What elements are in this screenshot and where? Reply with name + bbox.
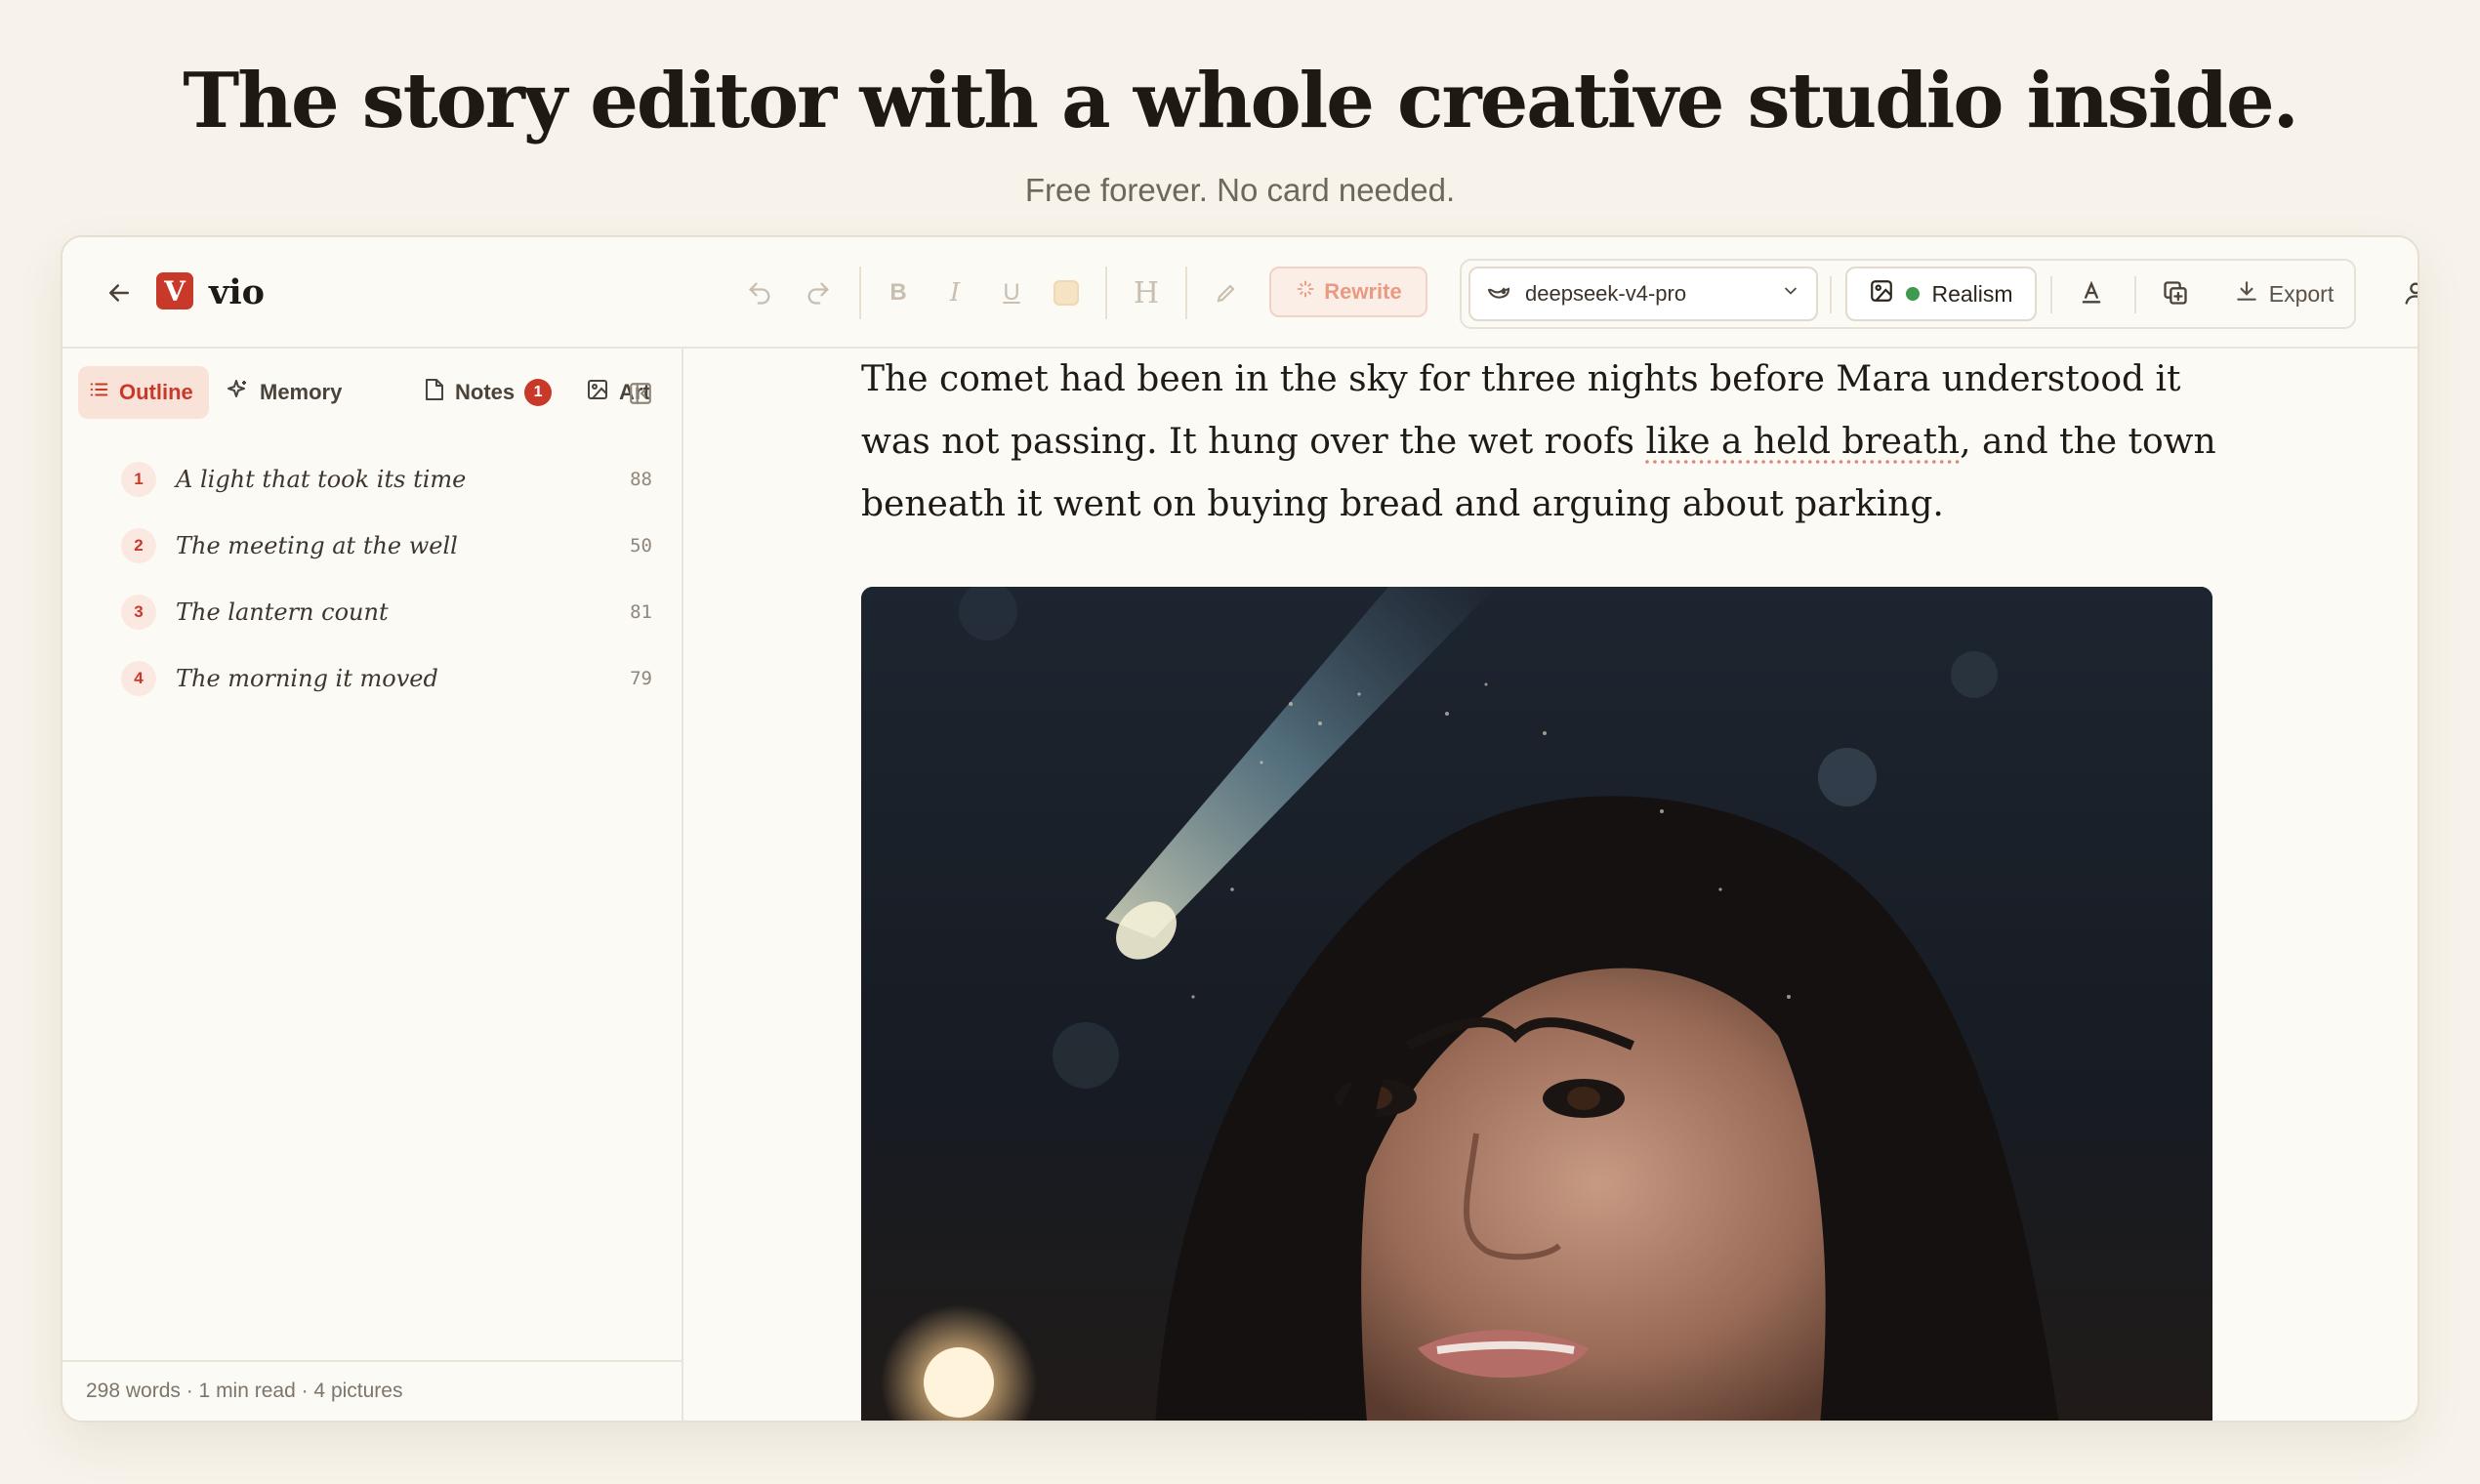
note-icon — [424, 378, 445, 407]
download-icon — [2234, 278, 2259, 309]
outline-list: 1 A light that took its time 88 2 The me… — [121, 446, 652, 712]
rewrite-button[interactable]: Rewrite — [1269, 267, 1427, 317]
tab-memory[interactable]: Memory — [217, 366, 351, 419]
illustration-image — [861, 587, 2212, 1421]
app-logo: V — [156, 272, 193, 309]
editor-pane[interactable]: The comet had been in the sky for three … — [685, 349, 2418, 1421]
list-icon — [88, 379, 109, 406]
pencil-icon[interactable] — [1203, 269, 1250, 316]
back-arrow-icon[interactable] — [96, 269, 143, 316]
outline-word-count: 79 — [630, 668, 652, 689]
collapse-sidebar-icon[interactable] — [619, 372, 662, 415]
style-label: Realism — [1931, 280, 2013, 307]
toolbar-divider — [1105, 267, 1107, 319]
notes-count-badge: 1 — [524, 379, 553, 406]
outline-number: 2 — [121, 528, 156, 563]
export-label: Export — [2268, 280, 2335, 307]
outline-word-count: 50 — [630, 535, 652, 556]
tab-label: Outline — [119, 380, 193, 404]
app-window: V vio B I U H Rewrite deepseek-v4-pro Re… — [61, 235, 2419, 1422]
flagged-phrase[interactable]: like a held breath — [1645, 422, 1960, 462]
outline-item[interactable]: 4 The morning it moved 79 — [121, 645, 652, 712]
toolbar-divider — [859, 267, 861, 319]
heading-button[interactable]: H — [1123, 269, 1170, 316]
status-dot — [1906, 287, 1921, 301]
tab-outline[interactable]: Outline — [78, 366, 209, 419]
rewrite-label: Rewrite — [1324, 279, 1402, 304]
app-name: vio — [209, 271, 265, 312]
image-icon — [1869, 278, 1894, 309]
toolbar-divider — [1185, 267, 1187, 319]
sparkle-icon — [1295, 278, 1316, 306]
story-paragraph[interactable]: The comet had been in the sky for three … — [861, 349, 2248, 536]
sidebar: Outline Memory Notes 1 Art 1 A light tha… — [62, 349, 683, 1421]
outline-item[interactable]: 2 The meeting at the well 50 — [121, 513, 652, 579]
italic-button[interactable]: I — [931, 269, 978, 316]
outline-title: The lantern count — [176, 598, 389, 626]
document-stats: 298 words · 1 min read · 4 pictures — [62, 1360, 682, 1421]
user-icon[interactable] — [2392, 269, 2418, 316]
redo-icon[interactable] — [795, 269, 842, 316]
outline-item[interactable]: 3 The lantern count 81 — [121, 579, 652, 645]
outline-number: 4 — [121, 661, 156, 696]
underline-button[interactable]: U — [988, 269, 1035, 316]
story-illustration[interactable] — [861, 587, 2212, 1421]
toolbar: V vio B I U H Rewrite deepseek-v4-pro Re… — [62, 237, 2418, 349]
export-button[interactable]: Export — [2220, 267, 2347, 321]
undo-icon[interactable] — [736, 269, 783, 316]
tab-label: Notes — [455, 380, 516, 404]
tab-label: Memory — [260, 380, 343, 404]
outline-number: 1 — [121, 462, 156, 497]
bold-button[interactable]: B — [875, 269, 922, 316]
toolbar-divider — [2134, 276, 2136, 313]
outline-item[interactable]: 1 A light that took its time 88 — [121, 446, 652, 513]
highlight-color-button[interactable] — [1043, 269, 1090, 316]
whale-icon — [1486, 280, 1511, 308]
outline-title: The meeting at the well — [176, 532, 458, 559]
toolbar-divider — [1830, 276, 1832, 313]
chevron-down-icon — [1781, 281, 1800, 307]
model-name: deepseek-v4-pro — [1525, 281, 1687, 306]
sidebar-tabs: Outline Memory Notes 1 Art — [78, 366, 666, 421]
outline-title: The morning it moved — [176, 665, 438, 692]
outline-number: 3 — [121, 595, 156, 630]
hero-subtitle: Free forever. No card needed. — [1024, 172, 1456, 208]
image-icon — [586, 378, 609, 407]
outline-word-count: 81 — [630, 601, 652, 623]
tab-notes[interactable]: Notes 1 — [414, 366, 561, 419]
sparkle-icon — [227, 378, 250, 407]
copy-add-icon[interactable] — [2152, 269, 2199, 316]
style-button[interactable]: Realism — [1845, 267, 2037, 321]
outline-word-count: 88 — [630, 469, 652, 490]
hero-title: The story editor with a whole creative s… — [183, 57, 2299, 145]
outline-title: A light that took its time — [176, 466, 467, 493]
text-color-icon[interactable] — [2068, 269, 2115, 316]
toolbar-divider — [2050, 276, 2052, 313]
model-select[interactable]: deepseek-v4-pro — [1468, 267, 1818, 321]
